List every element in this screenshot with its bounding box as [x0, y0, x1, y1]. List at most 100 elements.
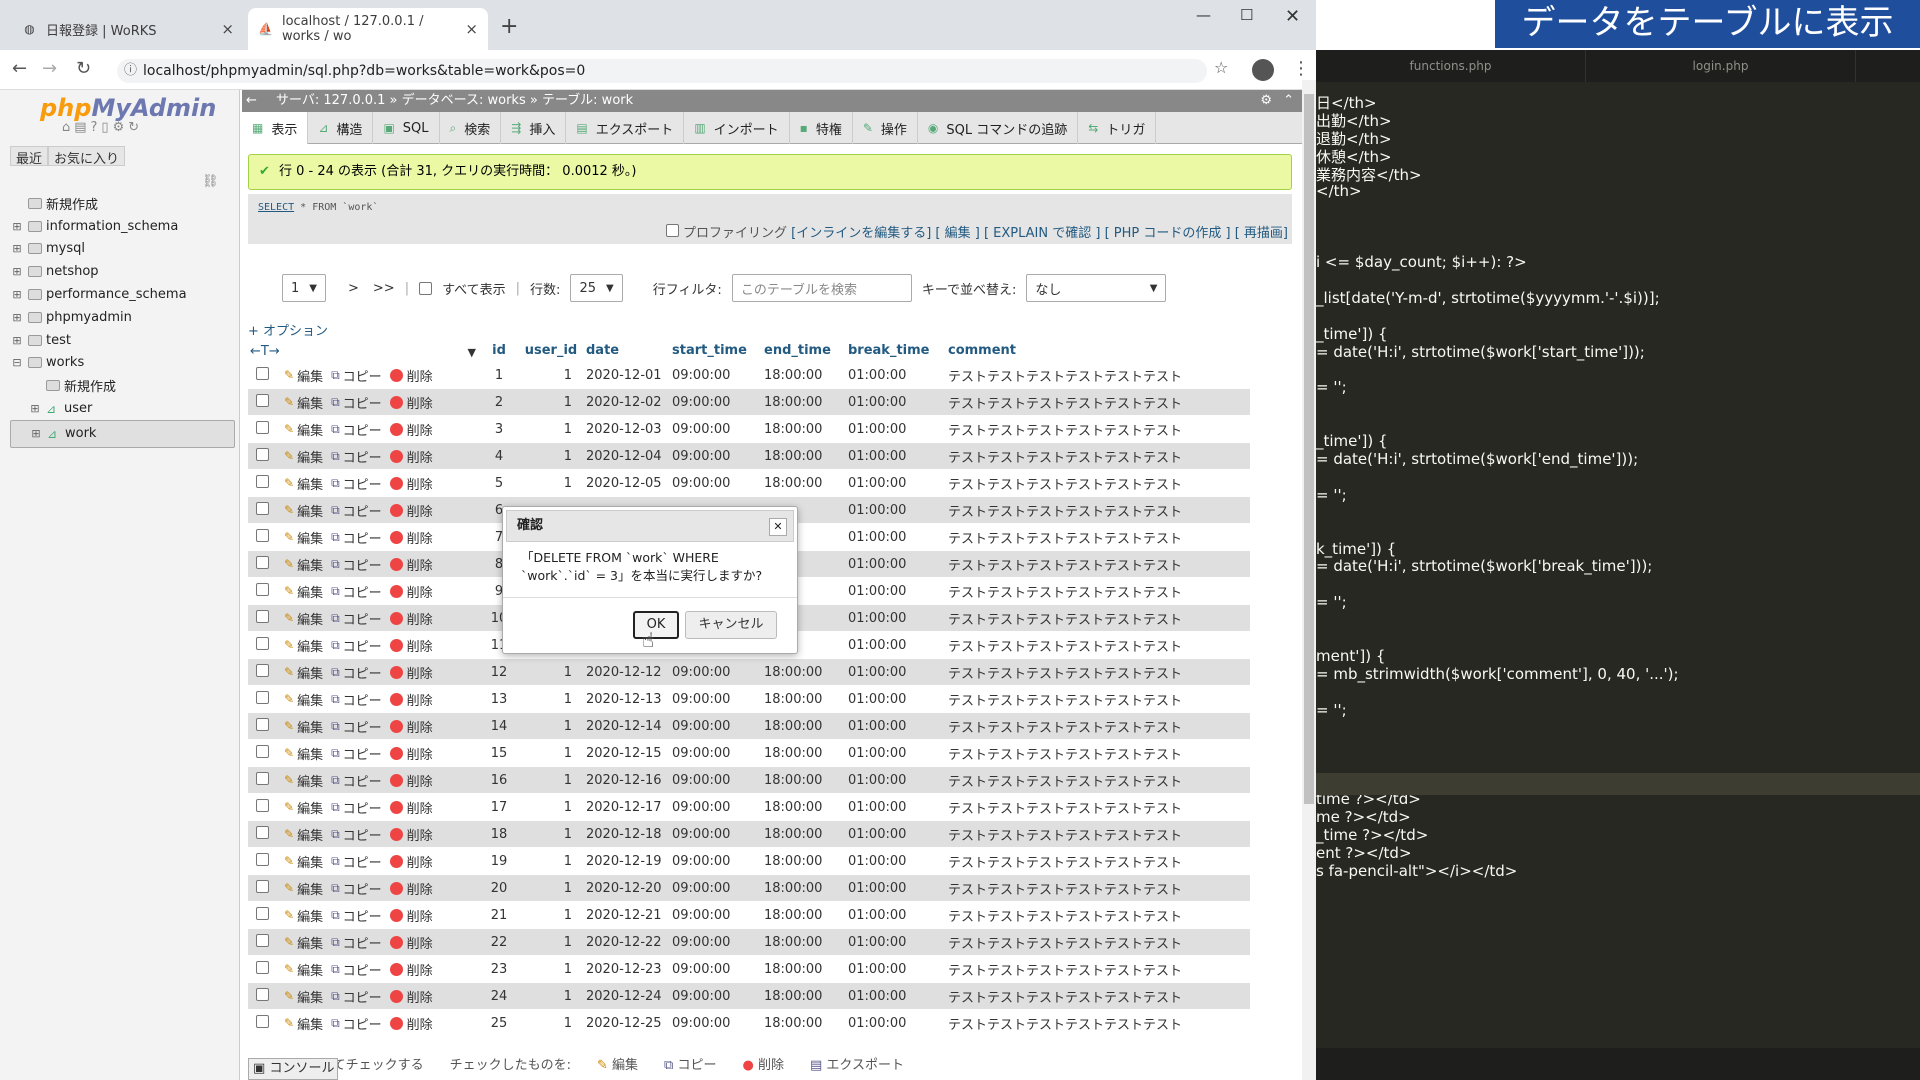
cell-break-time[interactable]: 01:00:00 — [848, 935, 948, 950]
cell-id[interactable]: 25 — [482, 1016, 516, 1031]
row-checkbox[interactable] — [255, 609, 269, 623]
row-copy-link[interactable]: コピー — [343, 1014, 382, 1033]
tree-item[interactable]: ⊟ works — [10, 352, 235, 375]
row-edit-link[interactable]: 編集 — [297, 420, 323, 439]
collapse-nav-icon[interactable]: ← — [246, 90, 257, 112]
row-copy-link[interactable]: コピー — [343, 609, 382, 628]
row-delete-link[interactable]: 削除 — [407, 636, 433, 655]
tab-1[interactable]: ⊿ 構造 — [308, 112, 374, 144]
cell-comment[interactable]: テストテストテストテストテストテスト — [948, 474, 1250, 493]
cell-break-time[interactable]: 01:00:00 — [848, 773, 948, 788]
cell-end-time[interactable]: 18:00:00 — [764, 665, 848, 680]
row-edit-link[interactable]: 編集 — [297, 906, 323, 925]
tab-9[interactable]: ◉ SQL コマンドの追跡 — [918, 112, 1079, 144]
row-edit-link[interactable]: 編集 — [297, 663, 323, 682]
cell-user-id[interactable]: 1 — [516, 935, 586, 950]
cell-id[interactable]: 21 — [482, 908, 516, 923]
cancel-button[interactable]: キャンセル — [685, 611, 777, 639]
row-checkbox[interactable] — [255, 852, 269, 866]
cell-date[interactable]: 2020-12-20 — [586, 881, 672, 896]
cell-end-time[interactable]: 18:00:00 — [764, 854, 848, 869]
tab-7[interactable]: ▪ 特権 — [790, 112, 853, 144]
cell-start-time[interactable]: 09:00:00 — [672, 827, 764, 842]
tree-item[interactable]: ⊞ netshop — [10, 260, 235, 283]
browser-menu-icon[interactable]: ⋮ — [1292, 58, 1310, 79]
row-delete-link[interactable]: 削除 — [407, 933, 433, 952]
cell-end-time[interactable]: 18:00:00 — [764, 935, 848, 950]
row-edit-link[interactable]: 編集 — [297, 960, 323, 979]
editor-tab-login[interactable]: login.php — [1586, 50, 1856, 82]
cell-comment[interactable]: テストテストテストテストテストテスト — [948, 933, 1250, 952]
link-chain-icon[interactable]: ⛓ — [202, 174, 219, 189]
bulk-edit-button[interactable]: ✎ 編集 — [597, 1054, 638, 1073]
browser-tab-phpmyadmin[interactable]: ⛵ localhost / 127.0.0.1 / works / wo × — [248, 8, 488, 50]
cell-end-time[interactable]: 18:00:00 — [764, 692, 848, 707]
cell-break-time[interactable]: 01:00:00 — [848, 746, 948, 761]
row-copy-link[interactable]: コピー — [343, 717, 382, 736]
row-delete-link[interactable]: 削除 — [407, 582, 433, 601]
cell-break-time[interactable]: 01:00:00 — [848, 584, 948, 599]
cell-comment[interactable]: テストテストテストテストテストテスト — [948, 771, 1250, 790]
cell-start-time[interactable]: 09:00:00 — [672, 422, 764, 437]
row-copy-link[interactable]: コピー — [343, 366, 382, 385]
row-checkbox[interactable] — [255, 798, 269, 812]
scrollbar-thumb[interactable] — [1304, 94, 1314, 804]
expand-toggle-icon[interactable]: ⊟ — [10, 356, 24, 369]
cell-comment[interactable]: テストテストテストテストテストテスト — [948, 852, 1250, 871]
back-icon[interactable]: ← — [12, 58, 27, 79]
cell-date[interactable]: 2020-12-04 — [586, 449, 672, 464]
column-header-date[interactable]: date — [586, 343, 672, 358]
column-header-id[interactable]: id — [482, 343, 516, 358]
tab-6[interactable]: ▥ インポート — [684, 112, 790, 144]
cell-comment[interactable]: テストテストテストテストテストテスト — [948, 555, 1250, 574]
cell-start-time[interactable]: 09:00:00 — [672, 989, 764, 1004]
tab-4[interactable]: ⇶ 挿入 — [501, 112, 567, 144]
cell-break-time[interactable]: 01:00:00 — [848, 665, 948, 680]
expand-toggle-icon[interactable]: ⊞ — [10, 265, 24, 278]
cell-end-time[interactable]: 18:00:00 — [764, 1016, 848, 1031]
tree-item[interactable]: ⊞ information_schema — [10, 215, 235, 238]
cell-comment[interactable]: テストテストテストテストテストテスト — [948, 825, 1250, 844]
cell-id[interactable]: 17 — [482, 800, 516, 815]
new-tab-icon[interactable]: + — [500, 14, 518, 39]
cell-user-id[interactable]: 1 — [516, 422, 586, 437]
settings-gear-icon[interactable]: ⚙ — [1260, 90, 1272, 112]
cell-start-time[interactable]: 09:00:00 — [672, 935, 764, 950]
cell-id[interactable]: 24 — [482, 989, 516, 1004]
maximize-icon[interactable]: ☐ — [1240, 6, 1253, 24]
site-info-icon[interactable]: ⓘ — [124, 59, 137, 83]
expand-toggle-icon[interactable]: ⊞ — [10, 311, 24, 324]
cell-date[interactable]: 2020-12-25 — [586, 1016, 672, 1031]
row-checkbox[interactable] — [255, 690, 269, 704]
cell-date[interactable]: 2020-12-19 — [586, 854, 672, 869]
sort-triangle-icon[interactable]: ▼ — [468, 346, 476, 359]
nav-quick-icons[interactable]: ⌂▤?▯⚙↻ — [62, 120, 143, 135]
cell-break-time[interactable]: 01:00:00 — [848, 422, 948, 437]
row-copy-link[interactable]: コピー — [343, 663, 382, 682]
column-header-comment[interactable]: comment — [948, 343, 1250, 358]
cell-date[interactable]: 2020-12-14 — [586, 719, 672, 734]
ok-button[interactable]: OK — [633, 611, 679, 639]
row-checkbox[interactable] — [255, 771, 269, 785]
cell-start-time[interactable]: 09:00:00 — [672, 854, 764, 869]
cell-end-time[interactable]: 18:00:00 — [764, 773, 848, 788]
row-delete-link[interactable]: 削除 — [407, 501, 433, 520]
tree-item[interactable]: ⊞ mysql — [10, 238, 235, 261]
row-checkbox[interactable] — [255, 825, 269, 839]
cell-date[interactable]: 2020-12-18 — [586, 827, 672, 842]
cell-user-id[interactable]: 1 — [516, 773, 586, 788]
row-copy-link[interactable]: コピー — [343, 879, 382, 898]
row-checkbox[interactable] — [255, 582, 269, 596]
expand-toggle-icon[interactable]: ⊞ — [10, 242, 24, 255]
cell-break-time[interactable]: 01:00:00 — [848, 395, 948, 410]
cell-end-time[interactable]: 18:00:00 — [764, 719, 848, 734]
cell-date[interactable]: 2020-12-13 — [586, 692, 672, 707]
cell-comment[interactable]: テストテストテストテストテストテスト — [948, 366, 1250, 385]
row-edit-link[interactable]: 編集 — [297, 717, 323, 736]
row-delete-link[interactable]: 削除 — [407, 960, 433, 979]
row-checkbox[interactable] — [255, 987, 269, 1001]
cell-id[interactable]: 15 — [482, 746, 516, 761]
row-edit-link[interactable]: 編集 — [297, 933, 323, 952]
cell-break-time[interactable]: 01:00:00 — [848, 449, 948, 464]
cell-break-time[interactable]: 01:00:00 — [848, 557, 948, 572]
